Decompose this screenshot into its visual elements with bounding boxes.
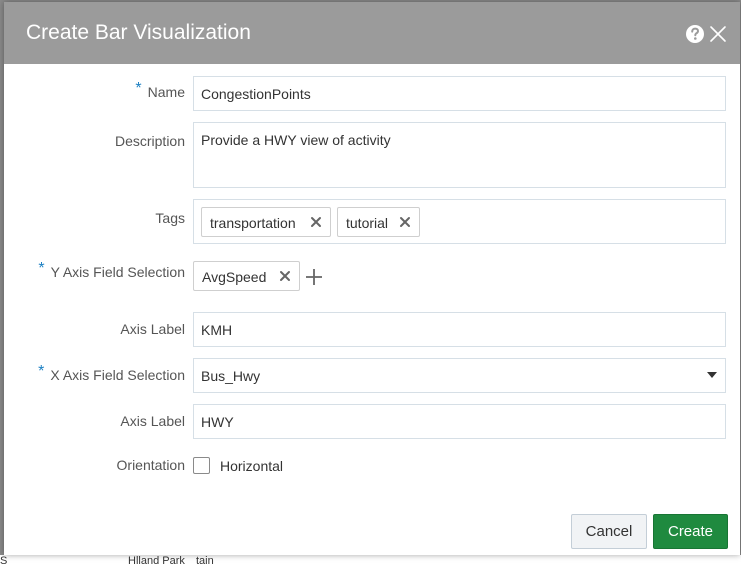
name-label-text: Name <box>147 84 185 100</box>
y-axis-label-input[interactable]: KMH <box>193 312 726 347</box>
y-axis-label-label: Axis Label <box>120 321 185 337</box>
x-axis-field-select[interactable]: Bus_Hwy <box>193 358 726 393</box>
description-textarea[interactable]: Provide a HWY view of activity <box>193 122 726 188</box>
x-axis-label-value: HWY <box>201 414 234 430</box>
y-axis-label-value: KMH <box>201 322 233 338</box>
dialog-title: Create Bar Visualization <box>26 21 251 44</box>
background-text: S <box>0 555 8 567</box>
tag-chip-label: tutorial <box>346 215 389 231</box>
remove-tag-icon[interactable] <box>310 216 322 228</box>
horizontal-checkbox[interactable] <box>193 457 210 474</box>
required-indicator: * <box>38 363 45 380</box>
y-axis-field-chip: AvgSpeed <box>193 261 300 291</box>
tag-chip-transportation: transportation <box>201 207 331 237</box>
x-axis-field-label: * X Axis Field Selection <box>38 363 185 385</box>
remove-tag-icon[interactable] <box>279 270 291 282</box>
x-axis-label-input[interactable]: HWY <box>193 404 726 439</box>
cancel-button[interactable]: Cancel <box>571 514 647 549</box>
close-icon[interactable] <box>708 24 728 44</box>
name-input-value: CongestionPoints <box>201 86 311 102</box>
y-axis-field-label-text: Y Axis Field Selection <box>50 264 185 280</box>
help-icon[interactable] <box>685 24 705 44</box>
x-axis-field-label-text: X Axis Field Selection <box>50 367 185 383</box>
name-label: * Name <box>135 80 185 102</box>
add-icon[interactable] <box>305 268 323 286</box>
horizontal-checkbox-label[interactable]: Horizontal <box>220 458 283 474</box>
background-text: tain <box>196 555 214 567</box>
x-axis-field-selected: Bus_Hwy <box>201 368 261 384</box>
background-text: Hlland Park <box>128 555 185 567</box>
chevron-down-icon[interactable] <box>705 370 719 380</box>
y-axis-field-label: * Y Axis Field Selection <box>38 260 185 282</box>
tag-chip-label: transportation <box>210 215 296 231</box>
required-indicator: * <box>135 80 142 97</box>
required-indicator: * <box>38 260 45 277</box>
description-value: Provide a HWY view of activity <box>201 132 391 148</box>
tags-input[interactable]: transportation tutorial <box>193 199 726 244</box>
create-bar-visualization-dialog: Create Bar Visualization * Name Congestio… <box>4 2 740 555</box>
orientation-label: Orientation <box>116 457 185 473</box>
create-button[interactable]: Create <box>653 514 728 549</box>
remove-tag-icon[interactable] <box>399 216 411 228</box>
y-axis-field-chip-label: AvgSpeed <box>202 269 267 285</box>
tags-label: Tags <box>155 210 185 226</box>
x-axis-label-label: Axis Label <box>120 413 185 429</box>
description-label: Description <box>114 133 185 149</box>
name-input[interactable]: CongestionPoints <box>193 76 726 111</box>
background-window-strip: S Hlland Park tain <box>0 555 741 567</box>
tag-chip-tutorial: tutorial <box>337 207 420 237</box>
dialog-header: Create Bar Visualization <box>4 2 740 64</box>
